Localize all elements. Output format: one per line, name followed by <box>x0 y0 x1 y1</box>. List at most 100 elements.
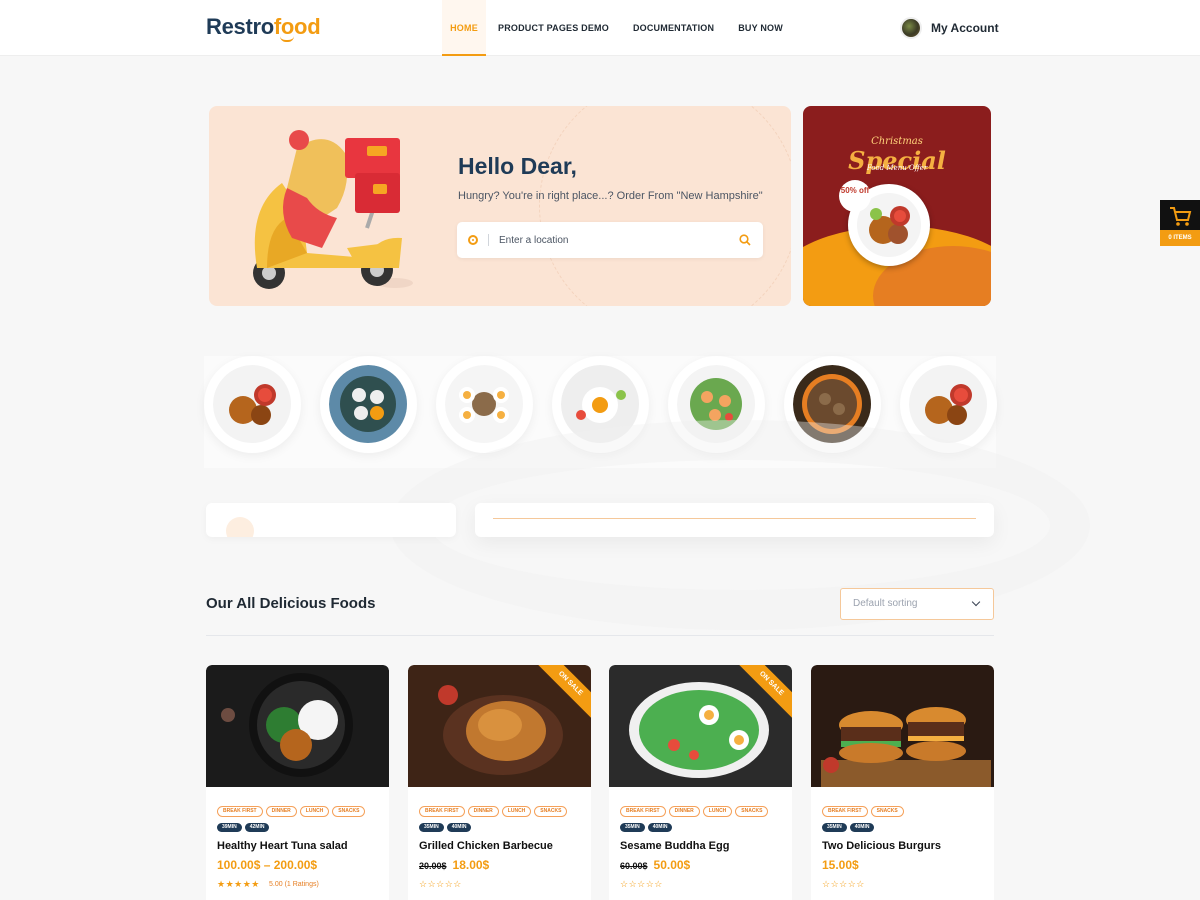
old-price: 20.00$ <box>419 861 447 871</box>
prep-time-badge: 39MIN <box>217 823 242 832</box>
tag[interactable]: DINNER <box>265 806 297 817</box>
smile-icon <box>280 36 294 42</box>
location-icon[interactable] <box>468 235 478 245</box>
tag-list: BREAK FIRST SNACKS <box>822 806 904 817</box>
nav-product-pages-demo[interactable]: PRODUCT PAGES DEMO <box>486 0 621 56</box>
product-card[interactable]: BREAK FIRST SNACKS 35MIN 40MIN Two Delic… <box>811 665 994 900</box>
delivery-time-badge: 42MIN <box>244 823 270 832</box>
time-list: 35MIN 40MIN <box>419 823 472 832</box>
tag[interactable]: SNACKS <box>534 806 568 817</box>
tag[interactable]: BREAK FIRST <box>217 806 263 817</box>
tag[interactable]: BREAK FIRST <box>822 806 868 817</box>
nav-buy-now[interactable]: BUY NOW <box>726 0 795 56</box>
avatar <box>900 17 922 39</box>
offer-panel <box>475 503 994 537</box>
top-navbar: Restrofood HOME PRODUCT PAGES DEMO DOCUM… <box>0 0 1200 56</box>
product-name[interactable]: Grilled Chicken Barbecue <box>419 840 553 852</box>
tag-list: BREAK FIRST DINNER LUNCH SNACKS <box>419 806 568 817</box>
product-name[interactable]: Two Delicious Burgurs <box>822 840 941 852</box>
tag[interactable]: DINNER <box>467 806 499 817</box>
star-rating: ☆☆☆☆☆ <box>822 879 865 889</box>
tag[interactable]: SNACKS <box>735 806 769 817</box>
delivery-time-badge: 40MIN <box>647 823 673 832</box>
tag[interactable]: LUNCH <box>299 806 330 817</box>
product-price-wrapper: 60.00$ 50.00$ <box>620 858 690 872</box>
cart-widget[interactable]: 0 ITEMS <box>1160 200 1200 246</box>
tag[interactable]: BREAK FIRST <box>620 806 666 817</box>
section-title: Our All Delicious Foods <box>206 595 376 612</box>
prep-time-badge: 35MIN <box>419 823 444 832</box>
product-price: 15.00$ <box>822 858 859 872</box>
product-price: 50.00$ <box>653 858 691 872</box>
category-item[interactable] <box>900 356 997 453</box>
decorative-pattern <box>539 106 791 306</box>
cart-count: 0 ITEMS <box>1160 230 1200 246</box>
tag[interactable]: LUNCH <box>501 806 532 817</box>
category-item[interactable] <box>436 356 533 453</box>
shrimp-salad-image <box>677 365 756 444</box>
beef-bowl-image <box>793 365 872 444</box>
category-carousel <box>204 356 997 468</box>
cart-icon <box>1170 207 1192 226</box>
product-card[interactable]: ON SALE BREAK FIRST DINNER LUNCH SNACKS … <box>609 665 792 900</box>
location-input[interactable] <box>499 231 719 249</box>
search-icon[interactable] <box>739 234 751 246</box>
product-price: 100.00$ – 200.00$ <box>217 858 318 872</box>
sushi-image <box>329 365 408 444</box>
tag-list: BREAK FIRST DINNER LUNCH SNACKS <box>217 806 366 817</box>
product-image[interactable] <box>811 665 994 787</box>
separator <box>488 234 489 246</box>
product-name[interactable]: Sesame Buddha Egg <box>620 840 729 852</box>
category-item[interactable] <box>320 356 417 453</box>
delivery-scooter-illustration <box>253 130 413 289</box>
product-image[interactable] <box>206 665 389 787</box>
sort-label: Default sorting <box>853 598 918 609</box>
time-list: 35MIN 40MIN <box>620 823 673 832</box>
nav-documentation[interactable]: DOCUMENTATION <box>621 0 726 56</box>
fried-egg-image <box>561 365 640 444</box>
restrofood-logo[interactable]: Restrofood <box>206 14 321 42</box>
star-rating: ☆☆☆☆☆ <box>419 879 462 889</box>
category-item[interactable] <box>784 356 881 453</box>
offer-card[interactable] <box>206 503 456 537</box>
rating-text: 5.00 (1 Ratings) <box>269 881 319 888</box>
my-account-link[interactable]: My Account <box>900 17 999 39</box>
main-nav: HOME PRODUCT PAGES DEMO DOCUMENTATION BU… <box>442 0 795 56</box>
location-search <box>457 222 763 258</box>
discount-badge: 50% off <box>839 180 871 212</box>
product-card[interactable]: BREAK FIRST DINNER LUNCH SNACKS 39MIN 42… <box>206 665 389 900</box>
promo-offer-text: Food Menu Offer <box>866 164 928 172</box>
tag[interactable]: LUNCH <box>702 806 733 817</box>
time-list: 39MIN 42MIN <box>217 823 270 832</box>
product-image[interactable]: ON SALE <box>408 665 591 787</box>
product-image[interactable]: ON SALE <box>609 665 792 787</box>
prep-time-badge: 35MIN <box>822 823 847 832</box>
prep-time-badge: 35MIN <box>620 823 645 832</box>
tag-list: BREAK FIRST DINNER LUNCH SNACKS <box>620 806 769 817</box>
tag[interactable]: DINNER <box>668 806 700 817</box>
category-item[interactable] <box>668 356 765 453</box>
divider <box>493 518 976 519</box>
chevron-down-icon <box>971 597 981 607</box>
product-name[interactable]: Healthy Heart Tuna salad <box>217 840 348 852</box>
delivery-time-badge: 40MIN <box>849 823 875 832</box>
product-price-wrapper: 20.00$ 18.00$ <box>419 858 489 872</box>
product-price: 18.00$ <box>452 858 490 872</box>
divider <box>206 635 994 636</box>
category-item[interactable] <box>552 356 649 453</box>
product-card[interactable]: ON SALE BREAK FIRST DINNER LUNCH SNACKS … <box>408 665 591 900</box>
time-list: 35MIN 40MIN <box>822 823 875 832</box>
account-label: My Account <box>931 21 999 35</box>
sort-dropdown[interactable]: Default sorting <box>840 588 994 620</box>
tag[interactable]: BREAK FIRST <box>419 806 465 817</box>
hero-subtitle: Hungry? You're in right place...? Order … <box>458 190 763 202</box>
old-price: 60.00$ <box>620 861 648 871</box>
category-item[interactable] <box>204 356 301 453</box>
tag[interactable]: SNACKS <box>870 806 904 817</box>
offer-icon <box>226 517 254 537</box>
hero-banner: Hello Dear, Hungry? You're in right plac… <box>209 106 791 306</box>
tag[interactable]: SNACKS <box>332 806 366 817</box>
greeting-heading: Hello Dear, <box>458 153 577 179</box>
christmas-promo-banner[interactable]: Christmas Special Food Menu Offer 50% of… <box>803 106 991 306</box>
nav-home[interactable]: HOME <box>442 0 486 56</box>
